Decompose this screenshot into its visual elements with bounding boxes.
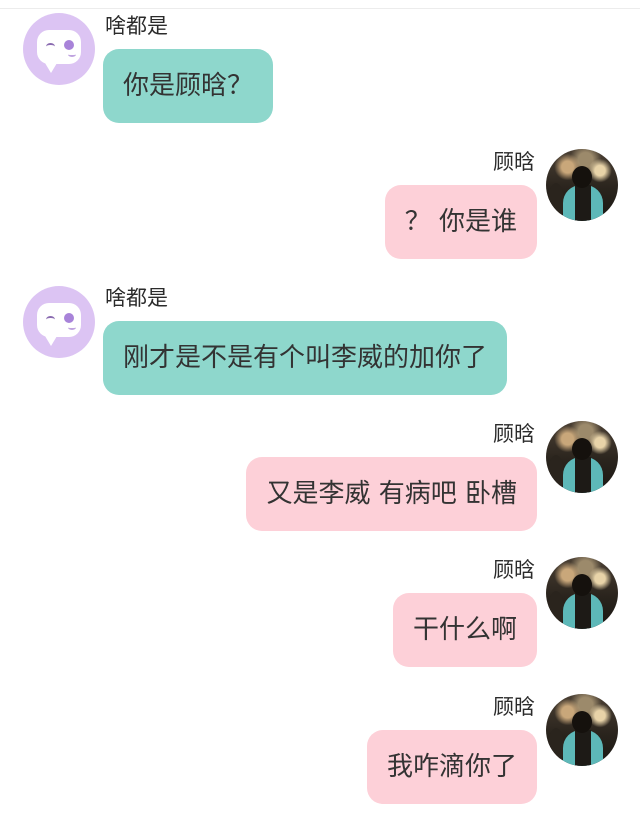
sender-name: 顾晗 [493,695,535,719]
avatar[interactable] [546,149,618,221]
top-divider [0,0,640,9]
sender-name: 顾晗 [493,558,535,582]
message-bubble[interactable]: 我咋滴你了 [366,730,537,804]
sender-name: 啥都是 [105,286,168,310]
chat-bubble-icon [37,30,81,73]
message-bubble[interactable]: 干什么啊 [392,593,537,667]
avatar[interactable] [546,557,618,629]
sender-name: 顾晗 [493,150,535,174]
message-bubble[interactable]: 刚才是不是有个叫李威的加你了 [103,321,508,395]
avatar[interactable] [546,421,618,493]
avatar[interactable] [23,13,95,85]
chat-bubble-icon [37,303,81,346]
sender-name: 顾晗 [493,422,535,446]
message-bubble[interactable]: 又是李威 有病吧 卧槽 [246,457,537,531]
sender-name: 啥都是 [105,14,168,38]
message-bubble[interactable]: ？ 你是谁 [384,185,537,259]
message-bubble[interactable]: 你是顾晗？ [103,49,274,123]
avatar[interactable] [546,694,618,766]
avatar[interactable] [23,286,95,358]
